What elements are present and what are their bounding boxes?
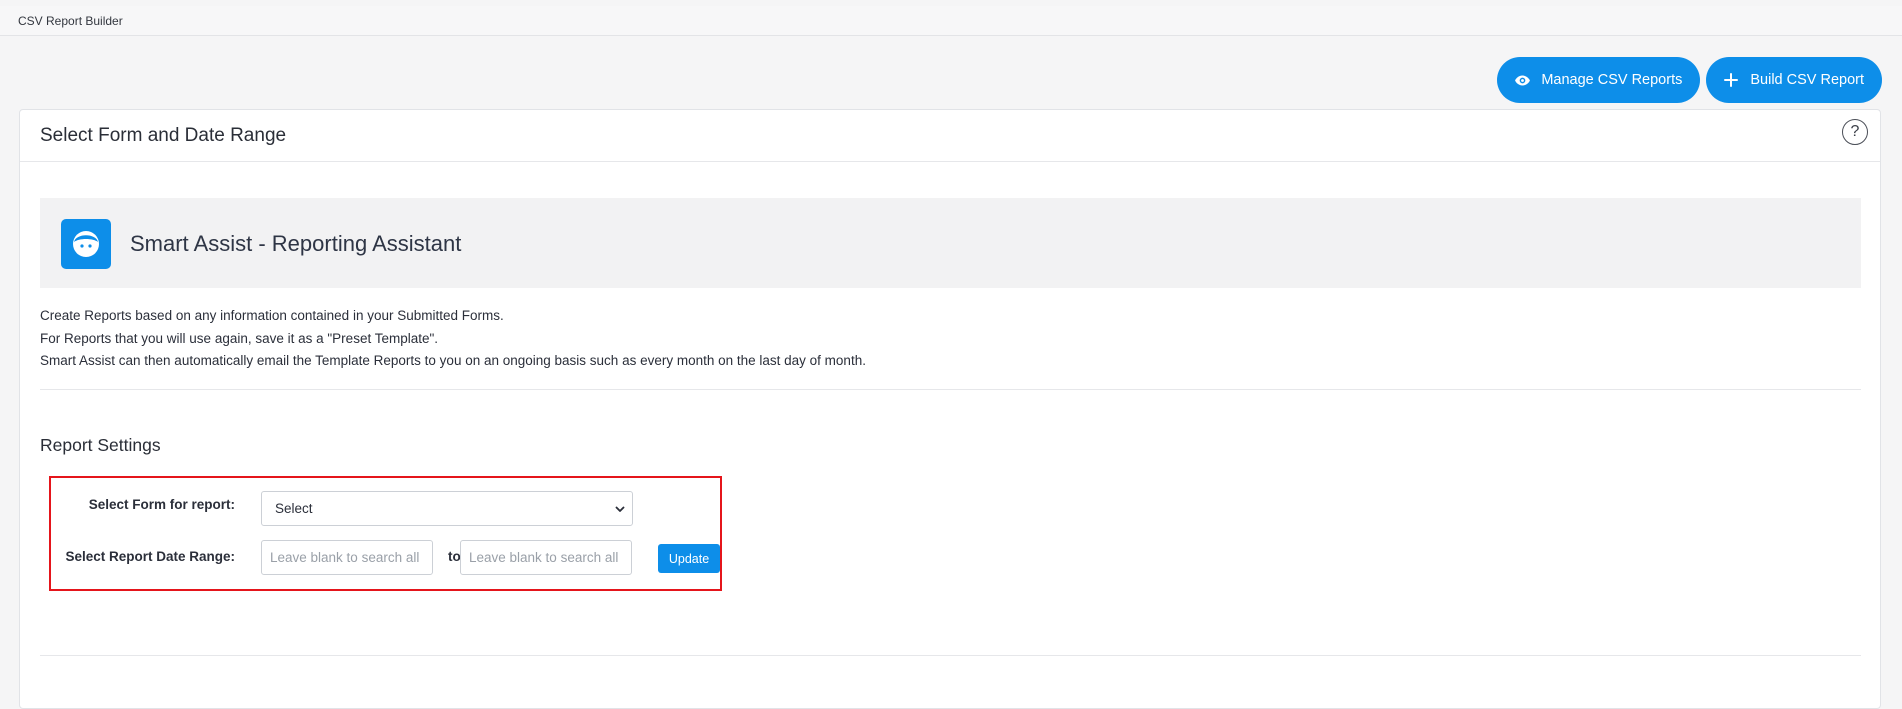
assistant-title: Smart Assist - Reporting Assistant <box>130 231 462 256</box>
divider <box>40 655 1861 656</box>
build-csv-report-label: Build CSV Report <box>1750 72 1864 88</box>
report-card: Select Form and Date Range ? Smart Assis… <box>19 109 1881 709</box>
select-form-label: Select Form for report: <box>88 497 235 512</box>
assistant-face-icon <box>61 219 111 269</box>
form-select[interactable]: Select <box>261 491 633 526</box>
manage-csv-reports-button[interactable]: Manage CSV Reports <box>1497 57 1701 103</box>
header-actions: Manage CSV Reports Build CSV Report <box>1497 57 1882 103</box>
intro-line: Smart Assist can then automatically emai… <box>40 353 866 368</box>
report-settings-title: Report Settings <box>40 435 161 455</box>
intro-line: Create Reports based on any information … <box>40 308 504 323</box>
date-range-label: Select Report Date Range: <box>65 549 235 564</box>
divider <box>40 389 1861 390</box>
date-to-input[interactable] <box>460 540 632 575</box>
card-title: Select Form and Date Range <box>40 125 287 146</box>
to-label: to <box>448 549 461 564</box>
breadcrumb[interactable]: CSV Report Builder <box>18 14 123 28</box>
date-from-input[interactable] <box>261 540 433 575</box>
intro-line: For Reports that you will use again, sav… <box>40 330 439 346</box>
card-header: Select Form and Date Range ? <box>20 110 1880 162</box>
smart-assist-banner: Smart Assist - Reporting Assistant <box>40 198 1861 288</box>
manage-csv-reports-label: Manage CSV Reports <box>1541 72 1683 88</box>
form-select-value: Select <box>275 501 313 516</box>
plus-icon <box>1722 71 1740 89</box>
chevron-down-icon <box>615 506 625 512</box>
help-icon[interactable]: ? <box>1842 119 1868 145</box>
intro-text: Create Reports based on any information … <box>40 305 866 373</box>
top-bar: CSV Report Builder <box>0 6 1902 36</box>
build-csv-report-button[interactable]: Build CSV Report <box>1706 57 1882 103</box>
report-settings-form: Select Form for report: Select Select Re… <box>49 476 722 591</box>
eye-icon <box>1513 71 1531 89</box>
update-button[interactable]: Update <box>658 544 720 573</box>
